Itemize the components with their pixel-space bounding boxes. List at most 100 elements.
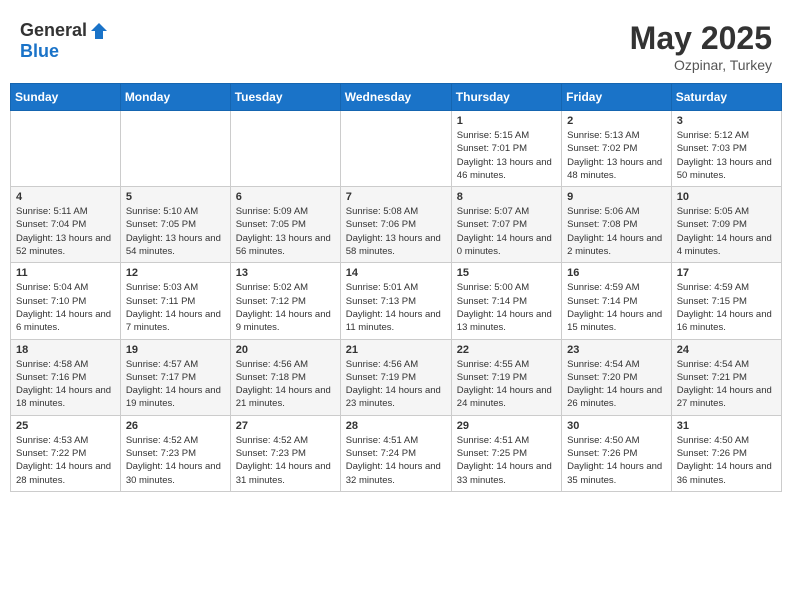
cell-info: Sunrise: 5:10 AMSunset: 7:05 PMDaylight:… — [126, 205, 225, 258]
cell-info: Sunrise: 4:56 AMSunset: 7:19 PMDaylight:… — [346, 358, 446, 411]
cell-date-number: 28 — [346, 420, 446, 432]
day-header-sunday: Sunday — [11, 84, 121, 111]
cell-date-number: 21 — [346, 344, 446, 356]
cell-info: Sunrise: 4:56 AMSunset: 7:18 PMDaylight:… — [236, 358, 335, 411]
calendar-cell: 6 Sunrise: 5:09 AMSunset: 7:05 PMDaylight… — [230, 187, 340, 263]
cell-date-number: 6 — [236, 191, 335, 203]
cell-info: Sunrise: 5:06 AMSunset: 7:08 PMDaylight:… — [567, 205, 666, 258]
cell-info: Sunrise: 5:03 AMSunset: 7:11 PMDaylight:… — [126, 281, 225, 334]
calendar-cell: 11 Sunrise: 5:04 AMSunset: 7:10 PMDayligh… — [11, 263, 121, 339]
cell-info: Sunrise: 5:00 AMSunset: 7:14 PMDaylight:… — [457, 281, 556, 334]
cell-date-number: 15 — [457, 267, 556, 279]
calendar-cell: 19Sunrise: 4:57 AMSunset: 7:17 PMDayligh… — [120, 339, 230, 415]
calendar-cell: 2Sunrise: 5:13 AMSunset: 7:02 PMDaylight… — [562, 111, 672, 187]
calendar-location: Ozpinar, Turkey — [630, 57, 772, 73]
logo-blue: Blue — [20, 41, 59, 62]
cell-date-number: 31 — [677, 420, 776, 432]
cell-info: Sunrise: 5:11 AMSunset: 7:04 PMDaylight:… — [16, 205, 115, 258]
calendar-cell — [230, 111, 340, 187]
calendar-cell: 9 Sunrise: 5:06 AMSunset: 7:08 PMDaylight… — [562, 187, 672, 263]
calendar-cell: 10 Sunrise: 5:05 AMSunset: 7:09 PMDayligh… — [671, 187, 781, 263]
cell-info: Sunrise: 5:09 AMSunset: 7:05 PMDaylight:… — [236, 205, 335, 258]
calendar-cell: 21 Sunrise: 4:56 AMSunset: 7:19 PMDayligh… — [340, 339, 451, 415]
calendar-cell: 31 Sunrise: 4:50 AMSunset: 7:26 PMDayligh… — [671, 415, 781, 491]
cell-date-number: 25 — [16, 420, 115, 432]
day-header-monday: Monday — [120, 84, 230, 111]
day-header-tuesday: Tuesday — [230, 84, 340, 111]
cell-info: Sunrise: 4:57 AMSunset: 7:17 PMDaylight:… — [126, 358, 225, 411]
cell-date-number: 22 — [457, 344, 556, 356]
cell-date-number: 9 — [567, 191, 666, 203]
cell-info: Sunrise: 5:04 AMSunset: 7:10 PMDaylight:… — [16, 281, 115, 334]
cell-info: Sunrise: 5:01 AMSunset: 7:13 PMDaylight:… — [346, 281, 446, 334]
cell-info: Sunrise: 5:13 AMSunset: 7:02 PMDaylight:… — [567, 129, 666, 182]
calendar-cell: 26Sunrise: 4:52 AMSunset: 7:23 PMDayligh… — [120, 415, 230, 491]
calendar-cell: 5 Sunrise: 5:10 AMSunset: 7:05 PMDaylight… — [120, 187, 230, 263]
cell-info: Sunrise: 5:08 AMSunset: 7:06 PMDaylight:… — [346, 205, 446, 258]
calendar-cell: 17Sunrise: 4:59 AMSunset: 7:15 PMDayligh… — [671, 263, 781, 339]
calendar-cell: 15 Sunrise: 5:00 AMSunset: 7:14 PMDayligh… — [451, 263, 561, 339]
logo: General Blue — [20, 20, 109, 62]
calendar-title: May 2025 — [630, 20, 772, 57]
cell-date-number: 11 — [16, 267, 115, 279]
cell-info: Sunrise: 4:50 AMSunset: 7:26 PMDaylight:… — [677, 434, 776, 487]
day-header-wednesday: Wednesday — [340, 84, 451, 111]
calendar-cell: 29 Sunrise: 4:51 AMSunset: 7:25 PMDayligh… — [451, 415, 561, 491]
day-header-thursday: Thursday — [451, 84, 561, 111]
cell-info: Sunrise: 5:07 AMSunset: 7:07 PMDaylight:… — [457, 205, 556, 258]
day-header-saturday: Saturday — [671, 84, 781, 111]
cell-date-number: 5 — [126, 191, 225, 203]
calendar-cell: 12 Sunrise: 5:03 AMSunset: 7:11 PMDayligh… — [120, 263, 230, 339]
page-header: General Blue May 2025 Ozpinar, Turkey — [10, 10, 782, 78]
calendar-cell: 18 Sunrise: 4:58 AMSunset: 7:16 PMDayligh… — [11, 339, 121, 415]
cell-date-number: 17 — [677, 267, 776, 279]
cell-date-number: 24 — [677, 344, 776, 356]
cell-info: Sunrise: 5:15 AMSunset: 7:01 PMDaylight:… — [457, 129, 556, 182]
calendar-cell: 22 Sunrise: 4:55 AMSunset: 7:19 PMDayligh… — [451, 339, 561, 415]
calendar-cell: 27 Sunrise: 4:52 AMSunset: 7:23 PMDayligh… — [230, 415, 340, 491]
cell-date-number: 4 — [16, 191, 115, 203]
day-header-friday: Friday — [562, 84, 672, 111]
calendar-table: SundayMondayTuesdayWednesdayThursdayFrid… — [10, 83, 782, 492]
calendar-week-row: 4 Sunrise: 5:11 AMSunset: 7:04 PMDaylight… — [11, 187, 782, 263]
calendar-cell — [340, 111, 451, 187]
calendar-week-row: 1 Sunrise: 5:15 AMSunset: 7:01 PMDaylight… — [11, 111, 782, 187]
cell-date-number: 18 — [16, 344, 115, 356]
cell-date-number: 12 — [126, 267, 225, 279]
calendar-cell: 24 Sunrise: 4:54 AMSunset: 7:21 PMDayligh… — [671, 339, 781, 415]
cell-date-number: 10 — [677, 191, 776, 203]
cell-info: Sunrise: 5:05 AMSunset: 7:09 PMDaylight:… — [677, 205, 776, 258]
calendar-cell: 4 Sunrise: 5:11 AMSunset: 7:04 PMDaylight… — [11, 187, 121, 263]
cell-date-number: 3 — [677, 115, 776, 127]
calendar-week-row: 11 Sunrise: 5:04 AMSunset: 7:10 PMDayligh… — [11, 263, 782, 339]
calendar-cell: 3 Sunrise: 5:12 AMSunset: 7:03 PMDaylight… — [671, 111, 781, 187]
calendar-cell: 20 Sunrise: 4:56 AMSunset: 7:18 PMDayligh… — [230, 339, 340, 415]
calendar-cell — [120, 111, 230, 187]
calendar-cell: 14Sunrise: 5:01 AMSunset: 7:13 PMDayligh… — [340, 263, 451, 339]
cell-info: Sunrise: 5:12 AMSunset: 7:03 PMDaylight:… — [677, 129, 776, 182]
cell-info: Sunrise: 4:52 AMSunset: 7:23 PMDaylight:… — [236, 434, 335, 487]
cell-date-number: 27 — [236, 420, 335, 432]
logo-icon — [89, 21, 109, 41]
calendar-cell: 30 Sunrise: 4:50 AMSunset: 7:26 PMDayligh… — [562, 415, 672, 491]
calendar-cell: 16Sunrise: 4:59 AMSunset: 7:14 PMDayligh… — [562, 263, 672, 339]
cell-info: Sunrise: 4:50 AMSunset: 7:26 PMDaylight:… — [567, 434, 666, 487]
cell-info: Sunrise: 4:55 AMSunset: 7:19 PMDaylight:… — [457, 358, 556, 411]
cell-info: Sunrise: 4:58 AMSunset: 7:16 PMDaylight:… — [16, 358, 115, 411]
cell-date-number: 30 — [567, 420, 666, 432]
cell-date-number: 1 — [457, 115, 556, 127]
cell-info: Sunrise: 4:54 AMSunset: 7:21 PMDaylight:… — [677, 358, 776, 411]
cell-date-number: 7 — [346, 191, 446, 203]
cell-info: Sunrise: 4:51 AMSunset: 7:25 PMDaylight:… — [457, 434, 556, 487]
cell-date-number: 29 — [457, 420, 556, 432]
cell-date-number: 16 — [567, 267, 666, 279]
calendar-cell: 13Sunrise: 5:02 AMSunset: 7:12 PMDayligh… — [230, 263, 340, 339]
calendar-week-row: 18 Sunrise: 4:58 AMSunset: 7:16 PMDayligh… — [11, 339, 782, 415]
calendar-cell: 1 Sunrise: 5:15 AMSunset: 7:01 PMDaylight… — [451, 111, 561, 187]
calendar-header-row: SundayMondayTuesdayWednesdayThursdayFrid… — [11, 84, 782, 111]
cell-date-number: 20 — [236, 344, 335, 356]
cell-info: Sunrise: 4:52 AMSunset: 7:23 PMDaylight:… — [126, 434, 225, 487]
cell-info: Sunrise: 4:53 AMSunset: 7:22 PMDaylight:… — [16, 434, 115, 487]
calendar-cell: 23Sunrise: 4:54 AMSunset: 7:20 PMDayligh… — [562, 339, 672, 415]
calendar-cell: 8Sunrise: 5:07 AMSunset: 7:07 PMDaylight… — [451, 187, 561, 263]
